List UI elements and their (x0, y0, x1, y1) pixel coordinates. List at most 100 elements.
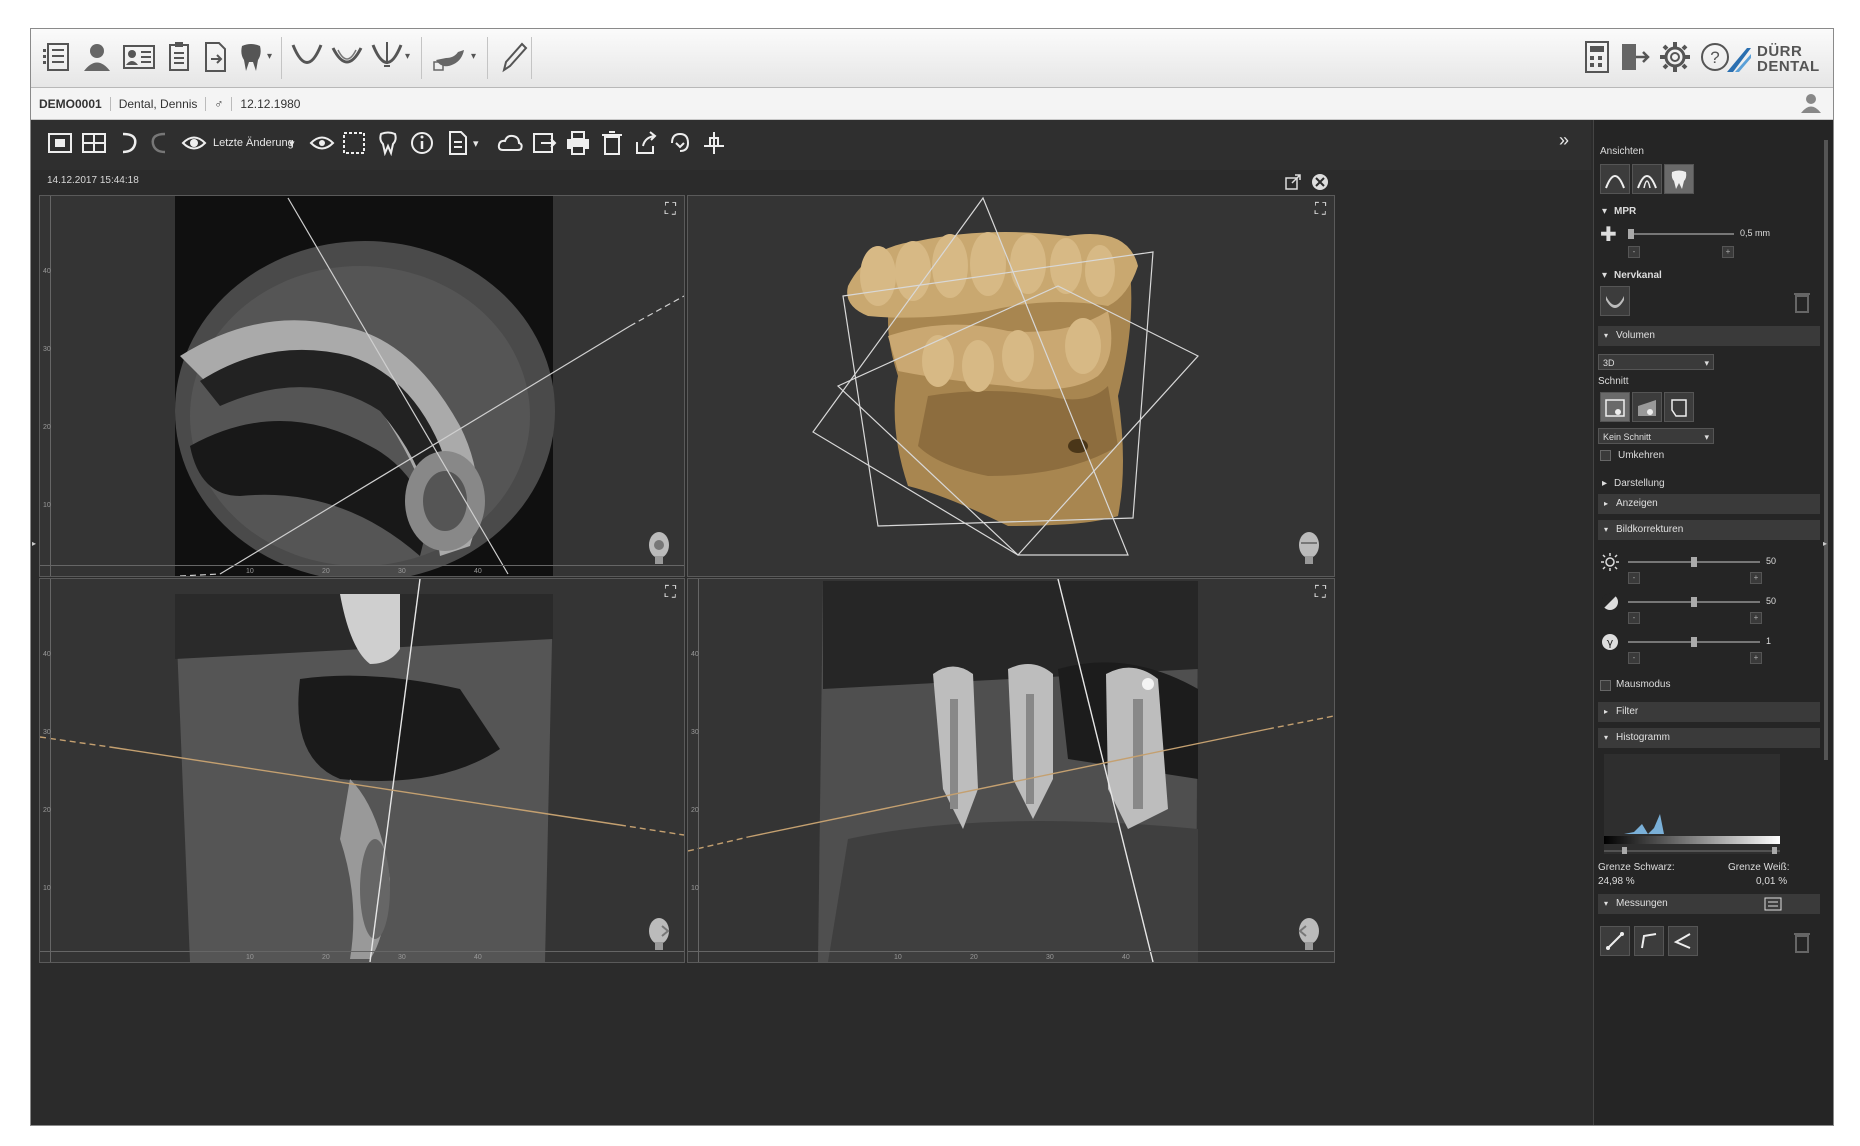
cut-mode-1-button[interactable] (1600, 392, 1630, 422)
brightness-decrement-button[interactable]: - (1628, 572, 1640, 584)
tooth-marker-icon[interactable] (373, 128, 403, 158)
patient-user-icon[interactable] (1799, 92, 1823, 117)
histogram-plot[interactable] (1604, 754, 1780, 854)
axial-view[interactable]: 40 30 20 10 10 20 30 40 ⛶ (39, 195, 685, 577)
pen-icon[interactable] (493, 37, 533, 77)
view-tooth-button[interactable] (1664, 164, 1694, 194)
mausmodus-checkbox[interactable] (1600, 680, 1611, 691)
nerve-trash-icon[interactable] (1792, 290, 1812, 314)
report-icon[interactable] (443, 128, 473, 158)
orientation-head-icon[interactable] (1296, 916, 1322, 952)
volume-3d-view[interactable]: ⛶ (687, 195, 1335, 577)
measure-angle-button[interactable] (1668, 926, 1698, 956)
view-arch-teeth-button[interactable] (1632, 164, 1662, 194)
contrast-thumb[interactable] (1691, 597, 1697, 607)
maximize-icon[interactable]: ⛶ (665, 584, 676, 602)
brightness-slider[interactable] (1628, 557, 1760, 567)
jaw-model-icon[interactable] (429, 37, 469, 77)
measurement-trash-icon[interactable] (1792, 930, 1812, 954)
plus-icon[interactable]: ✚ (1600, 222, 1617, 247)
logout-icon[interactable] (1615, 37, 1655, 77)
screenshot-icon[interactable] (45, 128, 75, 158)
patient-list-icon[interactable] (37, 37, 77, 77)
grid-layout-icon[interactable] (79, 128, 109, 158)
nervkanal-arrow-icon[interactable]: ▾ (1602, 270, 1607, 281)
mpr-arrow-icon[interactable]: ▾ (1602, 206, 1607, 217)
orientation-head-icon[interactable] (646, 916, 672, 952)
export-icon[interactable] (529, 128, 559, 158)
mpr-decrement-button[interactable]: - (1628, 246, 1640, 258)
expand-toolbar-button[interactable]: » (1559, 130, 1569, 151)
mpr-slider-thumb[interactable] (1628, 229, 1634, 239)
print-icon[interactable] (563, 128, 593, 158)
maximize-icon[interactable]: ⛶ (1315, 201, 1326, 219)
filter-section-header[interactable]: ▸ Filter (1598, 702, 1820, 722)
popout-icon[interactable] (1284, 173, 1302, 191)
schnitt-select[interactable]: Kein Schnitt (1598, 428, 1714, 445)
tooth-icon[interactable] (231, 37, 271, 77)
cut-mode-2-button[interactable] (1632, 392, 1662, 422)
anzeigen-section-header[interactable]: ▸ Anzeigen (1598, 494, 1820, 514)
maximize-icon[interactable]: ⛶ (665, 201, 676, 219)
measure-distance-button[interactable] (1600, 926, 1630, 956)
contrast-increment-button[interactable]: + (1750, 612, 1762, 624)
selection-icon[interactable] (339, 128, 369, 158)
measure-polyline-button[interactable] (1634, 926, 1664, 956)
volumen-select[interactable]: 3D (1598, 354, 1714, 371)
bildkorrekturen-section-header[interactable]: ▾ Bildkorrekturen (1598, 520, 1820, 540)
orientation-head-icon[interactable] (646, 530, 672, 566)
messungen-section-header[interactable]: ▾ Messungen (1598, 894, 1820, 914)
darstellung-label[interactable]: Darstellung (1614, 478, 1665, 489)
patient-icon[interactable] (77, 37, 117, 77)
implant-dropdown-icon[interactable]: ▾ (405, 51, 410, 62)
calculator-icon[interactable] (1577, 37, 1617, 77)
cut-mode-3-button[interactable] (1664, 392, 1694, 422)
document-export-icon[interactable] (195, 37, 235, 77)
gamma-slider[interactable] (1628, 637, 1760, 647)
trash-icon[interactable] (597, 128, 627, 158)
cloud-icon[interactable] (495, 128, 525, 158)
info-icon[interactable] (407, 128, 437, 158)
last-change-label[interactable]: Letzte Änderung (213, 137, 294, 149)
volumen-section-header[interactable]: ▾ Volumen (1598, 326, 1820, 346)
view-arch-button[interactable] (1600, 164, 1630, 194)
umkehren-checkbox[interactable] (1600, 450, 1611, 461)
patient-card-icon[interactable] (119, 37, 159, 77)
nerve-canal-button[interactable] (1600, 286, 1630, 316)
panel-scrollbar[interactable] (1824, 140, 1828, 760)
undo-icon[interactable] (113, 128, 143, 158)
orientation-head-icon[interactable] (1296, 530, 1322, 566)
left-expander-icon[interactable]: ▸ (32, 539, 36, 548)
mpr-increment-button[interactable]: + (1722, 246, 1734, 258)
jaw-dropdown-icon[interactable]: ▾ (471, 51, 476, 62)
gamma-increment-button[interactable]: + (1750, 652, 1762, 664)
clipboard-icon[interactable] (159, 37, 199, 77)
contrast-slider[interactable] (1628, 597, 1760, 607)
redo-icon[interactable] (145, 128, 175, 158)
implant-tool-icon[interactable] (699, 128, 729, 158)
last-change-dropdown-icon[interactable]: ▾ (289, 137, 295, 150)
reset-view-icon[interactable] (665, 128, 695, 158)
implant-planning-icon[interactable] (367, 37, 407, 77)
share-icon[interactable] (631, 128, 661, 158)
measurement-list-icon[interactable] (1764, 897, 1782, 911)
mpr-slider[interactable] (1628, 229, 1734, 239)
eye-icon[interactable] (179, 128, 209, 158)
contrast-decrement-button[interactable]: - (1628, 612, 1640, 624)
gamma-decrement-button[interactable]: - (1628, 652, 1640, 664)
cross-section-view[interactable]: 40 30 20 10 10 20 30 40 ⛶ (39, 578, 685, 963)
darstellung-arrow-icon[interactable]: ▸ (1602, 478, 1607, 489)
tangential-view[interactable]: 40 30 20 10 10 20 30 40 ⛶ (687, 578, 1335, 963)
right-expander-icon[interactable]: ▸ (1823, 539, 1827, 548)
report-dropdown-icon[interactable]: ▾ (473, 137, 479, 150)
lower-jaw-icon[interactable] (327, 37, 367, 77)
gear-icon[interactable] (1655, 37, 1695, 77)
maximize-icon[interactable]: ⛶ (1315, 584, 1326, 602)
brightness-increment-button[interactable]: + (1750, 572, 1762, 584)
histogramm-section-header[interactable]: ▾ Histogramm (1598, 728, 1820, 748)
gamma-thumb[interactable] (1691, 637, 1697, 647)
view-settings-icon[interactable] (307, 128, 337, 158)
brightness-thumb[interactable] (1691, 557, 1697, 567)
tooth-dropdown-icon[interactable]: ▾ (267, 51, 272, 62)
upper-jaw-icon[interactable] (287, 37, 327, 77)
